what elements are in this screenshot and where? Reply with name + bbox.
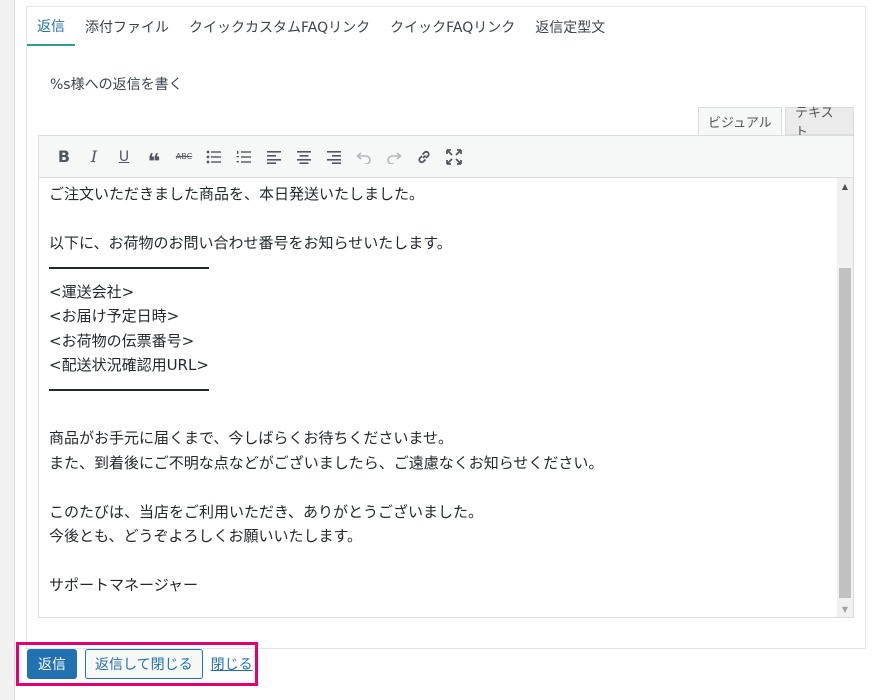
scroll-down-arrow-icon[interactable]: ▼: [837, 601, 853, 617]
editor-toolbar: B I U ❝ ABC: [39, 136, 853, 178]
editor-line: 以下に、お荷物のお問い合わせ番号をお知らせいたします。: [49, 234, 452, 252]
rich-text-editor: B I U ❝ ABC ご注文いただきました商品を、本日発送いたしました。 以下…: [38, 135, 854, 618]
italic-icon[interactable]: I: [79, 143, 109, 171]
link-icon[interactable]: [409, 143, 439, 171]
editor-content[interactable]: ご注文いただきました商品を、本日発送いたしました。 以下に、お荷物のお問い合わせ…: [39, 178, 837, 618]
scrollbar-thumb[interactable]: [839, 268, 851, 598]
horizontal-rule: [49, 388, 209, 391]
reply-and-close-button[interactable]: 返信して閉じる: [85, 649, 203, 679]
reply-tabs: 返信 添付ファイル クイックカスタムFAQリンク クイックFAQリンク 返信定型…: [26, 6, 866, 48]
underline-icon[interactable]: U: [109, 143, 139, 171]
editor-line: サポートマネージャー: [49, 576, 198, 594]
reply-heading: %s様への返信を書く: [50, 77, 183, 93]
tab-attachments[interactable]: 添付ファイル: [75, 7, 179, 46]
text-mode-tab[interactable]: テキスト: [785, 106, 854, 140]
editor-line: このたびは、当店をご利用いただき、ありがとうございました。: [49, 502, 483, 521]
reply-actions-highlight: 返信 返信して閉じる 閉じる: [16, 642, 258, 686]
tab-reply[interactable]: 返信: [27, 7, 75, 46]
editor-blank-line: [49, 475, 837, 500]
tab-quick-faq-link[interactable]: クイックFAQリンク: [380, 7, 525, 46]
editor-line: ご注文いただきました商品を、本日発送いたしました。: [49, 185, 425, 203]
editor-scrollbar[interactable]: ▲ ▼: [837, 178, 853, 617]
undo-icon[interactable]: [349, 143, 379, 171]
scroll-up-arrow-icon[interactable]: ▲: [837, 178, 853, 194]
strikethrough-icon[interactable]: ABC: [169, 143, 199, 171]
visual-mode-tab[interactable]: ビジュアル: [698, 107, 782, 135]
editor-line: <運送会社>: [49, 282, 135, 301]
editor-blank-line: [49, 549, 837, 574]
align-right-icon[interactable]: [319, 143, 349, 171]
tab-quick-custom-faq-link[interactable]: クイックカスタムFAQリンク: [179, 7, 380, 46]
close-link[interactable]: 閉じる: [211, 654, 253, 674]
editor-blank-line: [49, 402, 837, 427]
bullet-list-icon[interactable]: [199, 143, 229, 171]
numbered-list-icon[interactable]: [229, 143, 259, 171]
fullscreen-icon[interactable]: [439, 143, 469, 171]
align-left-icon[interactable]: [259, 143, 289, 171]
reply-button[interactable]: 返信: [27, 649, 77, 679]
redo-icon[interactable]: [379, 143, 409, 171]
editor-blank-line: [49, 207, 837, 232]
editor-line: <お届け予定日時>: [49, 307, 180, 325]
editor-line: 今後とも、どうぞよろしくお願いいたします。: [49, 527, 363, 545]
horizontal-rule: [49, 266, 209, 269]
editor-line: また、到着後にご不明な点などがございましたら、ご遠慮なくお知らせください。: [49, 453, 604, 472]
tab-reply-templates[interactable]: 返信定型文: [525, 7, 615, 46]
editor-line: <お荷物の伝票番号>: [49, 331, 195, 350]
blockquote-icon[interactable]: ❝: [139, 143, 169, 173]
editor-line: <配送状況確認用URL>: [49, 356, 209, 374]
align-center-icon[interactable]: [289, 143, 319, 171]
editor-line: 商品がお手元に届くまで、今しばらくお待ちくださいませ。: [49, 429, 453, 447]
bold-icon[interactable]: B: [49, 143, 79, 171]
